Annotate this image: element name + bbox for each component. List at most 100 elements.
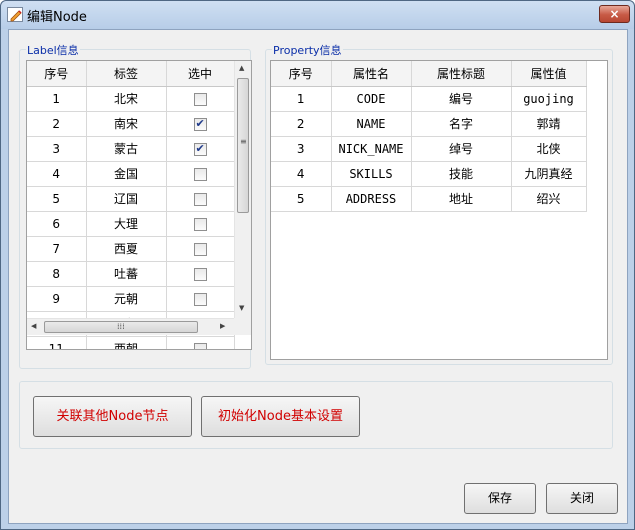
- row-checkbox[interactable]: [193, 217, 207, 231]
- row-index: 7: [27, 236, 87, 262]
- row-label: 南宋: [86, 111, 167, 137]
- row-selected-cell: [166, 336, 235, 349]
- table-row[interactable]: 5 辽国: [27, 186, 235, 212]
- table-row[interactable]: 3 蒙古: [27, 136, 235, 162]
- row-checkbox[interactable]: [193, 117, 207, 131]
- table-row[interactable]: 2 NAME 名字 郭靖: [271, 111, 587, 137]
- row-property-caption: 技能: [411, 161, 512, 187]
- property-table-header: 序号 属性名 属性标题 属性值: [271, 61, 587, 87]
- row-label: 辽国: [86, 186, 167, 212]
- row-label: 西夏: [86, 236, 167, 262]
- label-group-title: Label信息: [26, 42, 80, 58]
- row-label: 蒙古: [86, 136, 167, 162]
- row-index: 5: [27, 186, 87, 212]
- col-header-selected[interactable]: 选中: [166, 61, 235, 87]
- row-property-name: CODE: [331, 86, 412, 112]
- row-property-name: NICK_NAME: [331, 136, 412, 162]
- table-row[interactable]: 9 元朝: [27, 286, 235, 312]
- scroll-thumb-vertical[interactable]: ≡: [237, 78, 249, 213]
- row-index: 2: [271, 111, 332, 137]
- row-checkbox[interactable]: [193, 267, 207, 281]
- table-row[interactable]: 3 NICK_NAME 绰号 北侠: [271, 136, 587, 162]
- scroll-down-icon[interactable]: ▼: [239, 304, 244, 312]
- horizontal-scrollbar[interactable]: ◀ ⁞⁞⁞ ▶: [27, 318, 234, 335]
- close-icon: ×: [609, 7, 620, 21]
- table-row[interactable]: 4 金国: [27, 161, 235, 187]
- row-checkbox[interactable]: [193, 192, 207, 206]
- close-button[interactable]: 关闭: [546, 483, 618, 514]
- scroll-thumb-horizontal[interactable]: ⁞⁞⁞: [44, 321, 198, 333]
- row-checkbox[interactable]: [193, 167, 207, 181]
- row-property-value: guojing: [511, 86, 587, 112]
- table-row[interactable]: 2 南宋: [27, 111, 235, 137]
- row-label: 吐蕃: [86, 261, 167, 287]
- table-row[interactable]: 4 SKILLS 技能 九阴真经: [271, 161, 587, 187]
- row-property-value: 九阴真经: [511, 161, 587, 187]
- scroll-right-icon[interactable]: ▶: [220, 322, 225, 330]
- row-label: 北宋: [86, 86, 167, 112]
- row-checkbox[interactable]: [193, 92, 207, 106]
- row-selected-cell: [166, 186, 235, 212]
- label-group: Label信息 序号 标签 选中 1北宋2南宋3蒙古4金国5辽国6大理7西夏8吐…: [19, 42, 252, 369]
- dialog-body: Label信息 序号 标签 选中 1北宋2南宋3蒙古4金国5辽国6大理7西夏8吐…: [8, 29, 628, 524]
- row-index: 9: [27, 286, 87, 312]
- link-other-nodes-button[interactable]: 关联其他Node节点: [33, 396, 192, 437]
- row-property-name: ADDRESS: [331, 186, 412, 212]
- edit-node-window: 编辑Node × Label信息 序号 标签 选中 1北宋2南宋3: [0, 0, 635, 530]
- grip-icon: ≡: [240, 137, 247, 146]
- row-label: 元朝: [86, 286, 167, 312]
- row-property-name: NAME: [331, 111, 412, 137]
- row-property-value: 北侠: [511, 136, 587, 162]
- property-group-title: Property信息: [272, 42, 343, 58]
- row-selected-cell: [166, 136, 235, 162]
- table-row[interactable]: 1 北宋: [27, 86, 235, 112]
- row-property-caption: 地址: [411, 186, 512, 212]
- init-node-settings-button[interactable]: 初始化Node基本设置: [201, 396, 360, 437]
- col-header-index[interactable]: 序号: [27, 61, 87, 87]
- table-row[interactable]: 11 西朝: [27, 336, 235, 349]
- row-checkbox[interactable]: [193, 142, 207, 156]
- col-header-property-caption[interactable]: 属性标题: [411, 61, 512, 87]
- row-selected-cell: [166, 286, 235, 312]
- property-table: 序号 属性名 属性标题 属性值 1 CODE 编号 guojing 2 NAME 名字 郭靖 3…: [270, 60, 608, 360]
- row-label: 大理: [86, 211, 167, 237]
- table-row[interactable]: 1 CODE 编号 guojing: [271, 86, 587, 112]
- row-checkbox[interactable]: [193, 342, 207, 349]
- grip-icon: ⁞⁞⁞: [117, 322, 125, 331]
- row-property-caption: 绰号: [411, 136, 512, 162]
- close-window-button[interactable]: ×: [599, 5, 630, 23]
- table-row[interactable]: 5 ADDRESS 地址 绍兴: [271, 186, 587, 212]
- row-property-value: 绍兴: [511, 186, 587, 212]
- row-index: 4: [27, 161, 87, 187]
- table-row[interactable]: 7 西夏: [27, 236, 235, 262]
- row-index: 5: [271, 186, 332, 212]
- action-group: 关联其他Node节点 初始化Node基本设置: [19, 381, 613, 449]
- row-selected-cell: [166, 161, 235, 187]
- vertical-scrollbar[interactable]: ▲ ≡ ▼: [234, 61, 251, 318]
- col-header-index[interactable]: 序号: [271, 61, 332, 87]
- row-selected-cell: [166, 86, 235, 112]
- col-header-property-name[interactable]: 属性名: [331, 61, 412, 87]
- row-index: 4: [271, 161, 332, 187]
- row-property-caption: 编号: [411, 86, 512, 112]
- scroll-left-icon[interactable]: ◀: [31, 322, 36, 330]
- row-property-value: 郭靖: [511, 111, 587, 137]
- row-selected-cell: [166, 211, 235, 237]
- scroll-up-icon[interactable]: ▲: [239, 64, 244, 72]
- row-property-name: SKILLS: [331, 161, 412, 187]
- row-checkbox[interactable]: [193, 242, 207, 256]
- col-header-label[interactable]: 标签: [86, 61, 167, 87]
- table-row[interactable]: 6 大理: [27, 211, 235, 237]
- col-header-property-value[interactable]: 属性值: [511, 61, 587, 87]
- property-group: Property信息 序号 属性名 属性标题 属性值 1 CODE 编号 guojin…: [265, 42, 613, 365]
- save-button[interactable]: 保存: [464, 483, 536, 514]
- row-index: 11: [27, 336, 87, 349]
- row-label: 西朝: [86, 336, 167, 349]
- table-row[interactable]: 8 吐蕃: [27, 261, 235, 287]
- row-label: 金国: [86, 161, 167, 187]
- label-table: 序号 标签 选中 1北宋2南宋3蒙古4金国5辽国6大理7西夏8吐蕃9元朝10明朝…: [26, 60, 252, 350]
- title-bar[interactable]: 编辑Node ×: [1, 1, 634, 29]
- edit-icon: [7, 7, 23, 22]
- row-index: 6: [27, 211, 87, 237]
- row-checkbox[interactable]: [193, 292, 207, 306]
